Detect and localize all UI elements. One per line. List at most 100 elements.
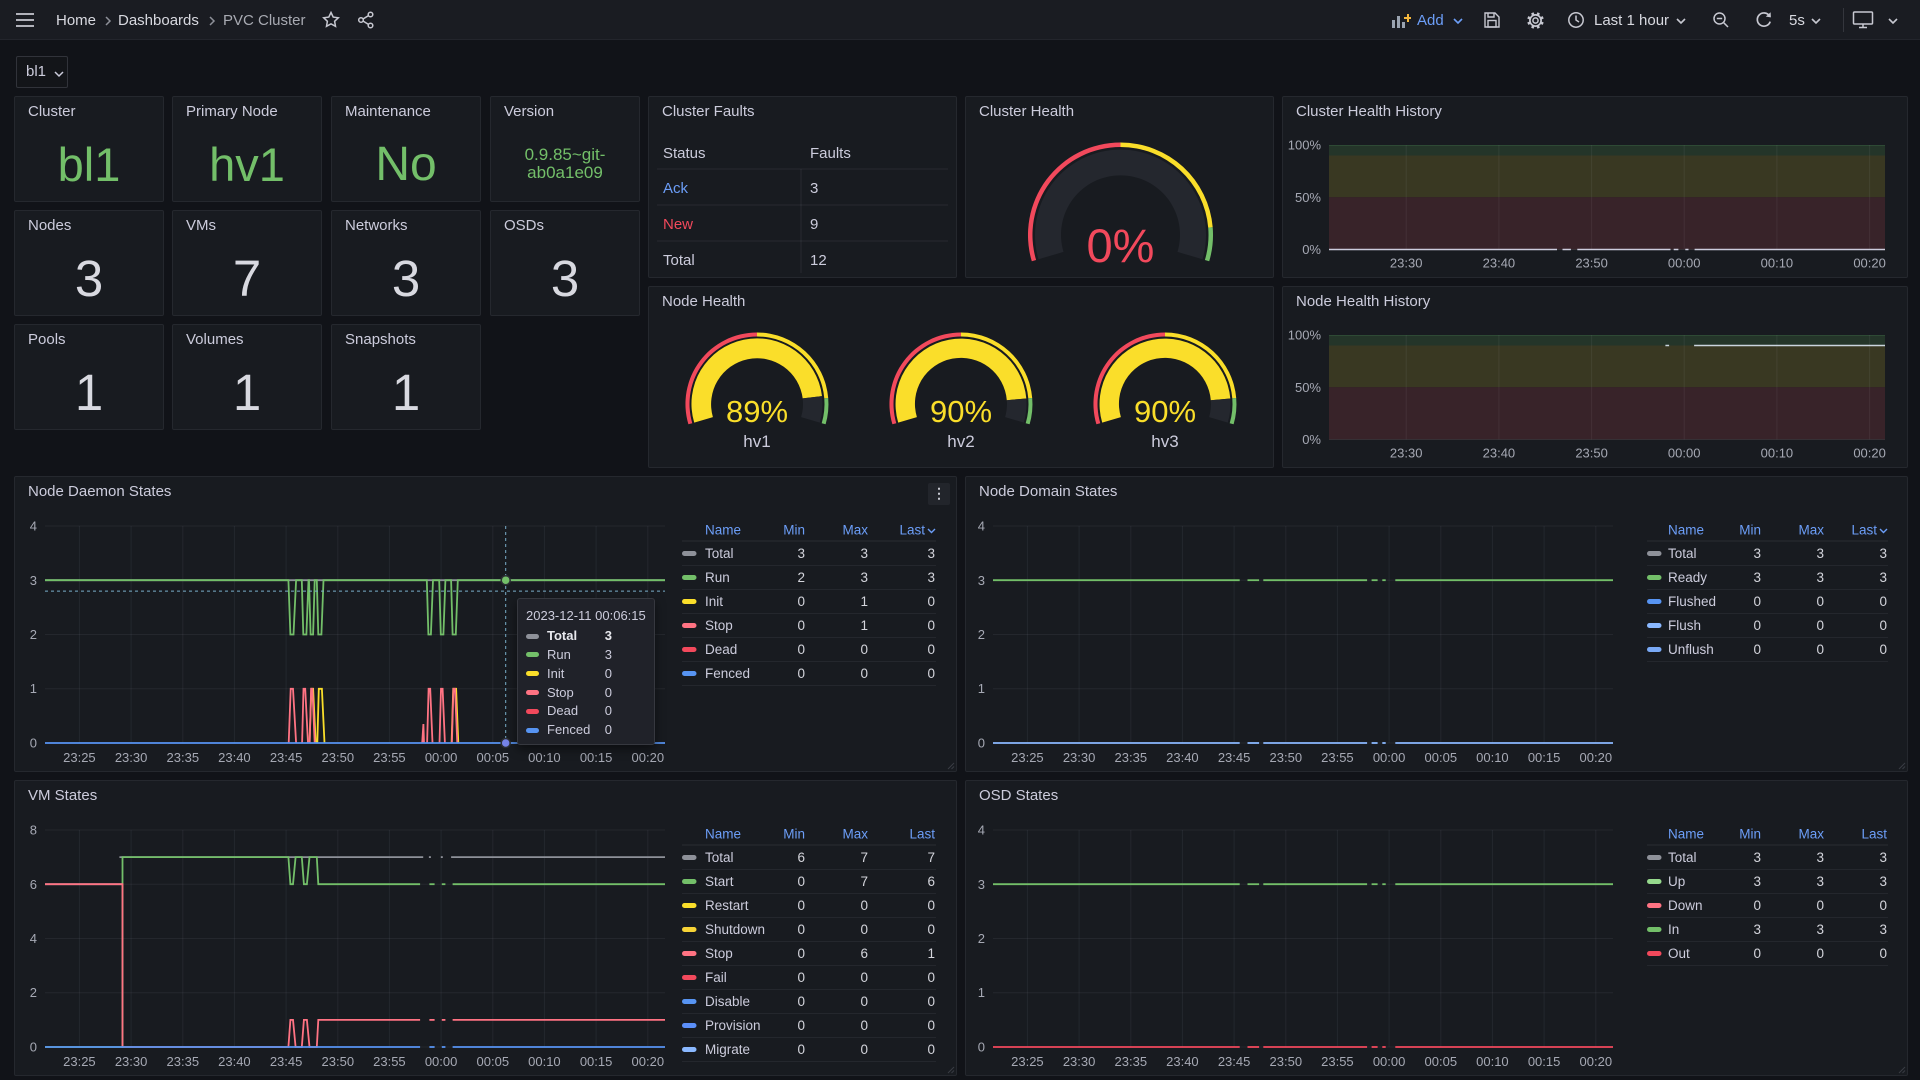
svg-text:3: 3 (1879, 850, 1887, 865)
svg-text:hv1: hv1 (743, 432, 770, 451)
svg-text:Flush: Flush (1668, 618, 1701, 633)
svg-text:23:55: 23:55 (1321, 750, 1354, 765)
svg-text:23:30: 23:30 (115, 750, 148, 765)
svg-text:Total: Total (705, 850, 734, 865)
svg-text:00:00: 00:00 (1373, 750, 1406, 765)
svg-text:0: 0 (1753, 594, 1761, 609)
svg-text:hv2: hv2 (947, 432, 974, 451)
svg-text:Stop: Stop (705, 618, 733, 633)
svg-text:0: 0 (1816, 898, 1824, 913)
svg-text:23:55: 23:55 (1321, 1054, 1354, 1069)
svg-text:3: 3 (1816, 874, 1824, 889)
svg-text:0: 0 (860, 922, 868, 937)
svg-text:7: 7 (860, 874, 868, 889)
svg-text:12: 12 (810, 252, 827, 269)
svg-text:3: 3 (30, 573, 37, 588)
svg-text:3: 3 (1816, 850, 1824, 865)
svg-text:00:20: 00:20 (632, 1054, 665, 1069)
svg-text:0: 0 (1879, 898, 1887, 913)
svg-text:23:30: 23:30 (1390, 256, 1423, 271)
svg-text:23:40: 23:40 (1166, 750, 1199, 765)
svg-text:8: 8 (30, 823, 37, 838)
svg-text:0: 0 (927, 1042, 935, 1057)
svg-text:23:50: 23:50 (322, 750, 355, 765)
svg-text:0%: 0% (1302, 432, 1321, 447)
svg-text:2: 2 (30, 985, 37, 1000)
svg-text:0: 0 (1879, 642, 1887, 657)
svg-text:0: 0 (1753, 642, 1761, 657)
svg-text:1: 1 (860, 594, 868, 609)
svg-text:Up: Up (1668, 874, 1685, 889)
svg-text:0: 0 (30, 736, 37, 751)
svg-text:3: 3 (1879, 546, 1887, 561)
svg-text:00:00: 00:00 (1668, 446, 1701, 461)
svg-text:23:40: 23:40 (1483, 446, 1516, 461)
svg-text:6: 6 (927, 874, 935, 889)
svg-text:00:05: 00:05 (1425, 1054, 1458, 1069)
svg-text:Faults: Faults (810, 145, 851, 162)
svg-text:100%: 100% (1288, 328, 1322, 343)
svg-text:4: 4 (978, 823, 985, 838)
svg-text:4: 4 (30, 931, 37, 946)
svg-text:3: 3 (810, 180, 818, 197)
svg-text:0: 0 (927, 666, 935, 681)
svg-text:00:10: 00:10 (1476, 1054, 1509, 1069)
svg-text:Stop: Stop (705, 946, 733, 961)
svg-text:6: 6 (30, 877, 37, 892)
svg-text:0: 0 (860, 994, 868, 1009)
svg-text:0: 0 (797, 618, 805, 633)
svg-text:00:00: 00:00 (425, 750, 458, 765)
svg-text:0: 0 (860, 970, 868, 985)
svg-text:Ack: Ack (663, 180, 689, 197)
svg-text:00:20: 00:20 (632, 750, 665, 765)
svg-text:00:05: 00:05 (1425, 750, 1458, 765)
svg-text:0: 0 (797, 594, 805, 609)
svg-text:Down: Down (1668, 898, 1703, 913)
svg-text:3: 3 (978, 573, 985, 588)
svg-text:3: 3 (1753, 546, 1761, 561)
svg-text:23:40: 23:40 (1483, 256, 1516, 271)
svg-text:0: 0 (797, 642, 805, 657)
svg-text:3: 3 (1816, 570, 1824, 585)
svg-text:2: 2 (797, 570, 805, 585)
svg-text:Min: Min (1739, 523, 1761, 538)
svg-text:1: 1 (30, 681, 37, 696)
svg-text:0%: 0% (1087, 219, 1155, 272)
svg-text:23:30: 23:30 (115, 1054, 148, 1069)
svg-text:0: 0 (927, 642, 935, 657)
svg-text:23:30: 23:30 (1063, 1054, 1096, 1069)
svg-text:Total: Total (1668, 546, 1697, 561)
svg-text:Out: Out (1668, 946, 1690, 961)
svg-text:3: 3 (1753, 922, 1761, 937)
svg-text:23:40: 23:40 (218, 750, 251, 765)
svg-text:0: 0 (927, 1018, 935, 1033)
svg-text:23:45: 23:45 (270, 1054, 303, 1069)
svg-text:Max: Max (1798, 523, 1824, 538)
svg-text:23:55: 23:55 (373, 750, 406, 765)
svg-text:00:15: 00:15 (1528, 1054, 1561, 1069)
svg-text:0: 0 (1879, 618, 1887, 633)
svg-text:23:30: 23:30 (1063, 750, 1096, 765)
svg-text:0: 0 (860, 1042, 868, 1057)
svg-text:Max: Max (842, 523, 868, 538)
svg-text:23:50: 23:50 (1270, 1054, 1303, 1069)
svg-text:50%: 50% (1295, 380, 1321, 395)
svg-text:Total: Total (663, 252, 695, 269)
svg-text:0: 0 (1753, 946, 1761, 961)
svg-text:3: 3 (1879, 874, 1887, 889)
svg-text:3: 3 (860, 546, 868, 561)
svg-text:9: 9 (810, 216, 818, 233)
svg-text:Restart: Restart (705, 898, 749, 913)
svg-text:0: 0 (797, 874, 805, 889)
svg-text:0: 0 (1816, 946, 1824, 961)
svg-text:0: 0 (927, 618, 935, 633)
svg-text:0: 0 (1879, 594, 1887, 609)
svg-text:Flushed: Flushed (1668, 594, 1716, 609)
svg-text:3: 3 (927, 570, 935, 585)
svg-text:Last: Last (899, 523, 925, 538)
svg-text:23:40: 23:40 (218, 1054, 251, 1069)
svg-text:3: 3 (1879, 570, 1887, 585)
svg-text:0: 0 (860, 898, 868, 913)
svg-text:7: 7 (927, 850, 935, 865)
svg-text:0: 0 (797, 666, 805, 681)
